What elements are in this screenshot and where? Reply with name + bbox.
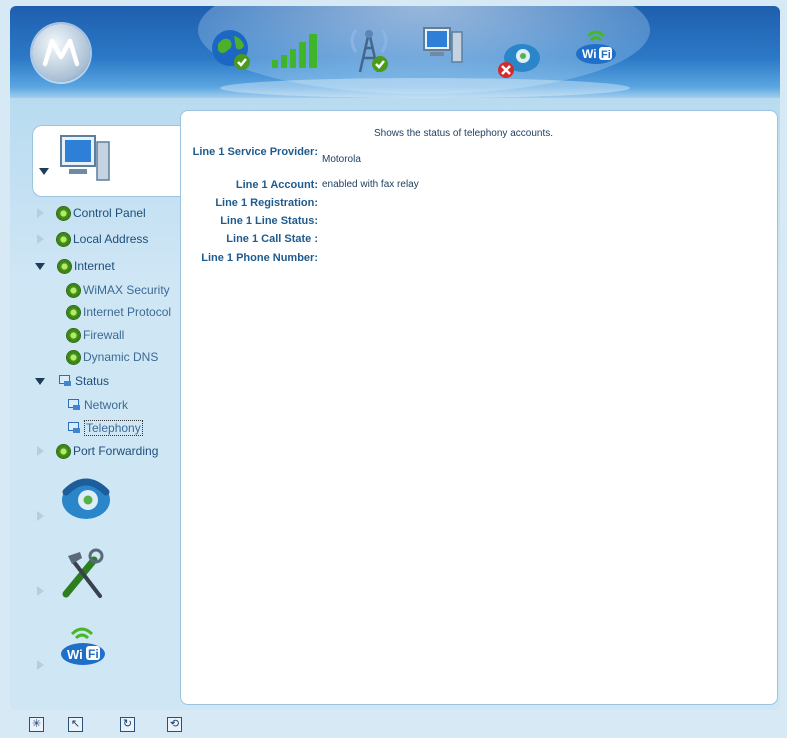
- tab-computer[interactable]: [32, 125, 185, 197]
- nav-internet-protocol[interactable]: Internet Protocol: [67, 305, 171, 319]
- gear-icon: [67, 305, 80, 319]
- phone-tab-icon[interactable]: [58, 470, 114, 524]
- nav-local-address[interactable]: Local Address: [37, 232, 148, 246]
- cursor-icon[interactable]: ↖: [68, 717, 83, 732]
- computer-icon[interactable]: [420, 24, 466, 70]
- globe-check-icon[interactable]: [208, 26, 258, 76]
- tower-check-icon[interactable]: [342, 22, 396, 76]
- chevron-down-icon: [39, 168, 49, 175]
- svg-text:Wi: Wi: [582, 47, 597, 61]
- nav-dynamic-dns[interactable]: Dynamic DNS: [67, 350, 158, 364]
- svg-text:Fi: Fi: [88, 647, 99, 661]
- chevron-right-icon: [37, 446, 44, 456]
- nav-network[interactable]: Network: [67, 398, 128, 412]
- field-value-service-provider: Motorola: [322, 154, 361, 165]
- nav-firewall[interactable]: Firewall: [67, 328, 124, 342]
- header-dome-base: [220, 78, 630, 98]
- gear-icon: [57, 232, 70, 246]
- sparkle-icon[interactable]: ✳: [29, 717, 44, 732]
- wifi-tab-icon[interactable]: Wi Fi: [56, 622, 112, 668]
- nav-control-panel[interactable]: Control Panel: [37, 206, 146, 220]
- computer-icon: [60, 135, 110, 181]
- field-label-registration: Line 1 Registration:: [215, 197, 318, 209]
- gear-icon: [67, 350, 80, 364]
- field-label-call-state: Line 1 Call State :: [226, 233, 318, 245]
- field-label-phone-number: Line 1 Phone Number:: [201, 252, 318, 264]
- wifi-icon[interactable]: Wi Fi: [572, 24, 622, 66]
- chevron-right-icon: [37, 660, 44, 670]
- page-description: Shows the status of telephony accounts.: [374, 128, 553, 139]
- gear-icon: [57, 206, 70, 220]
- chevron-right-icon: [37, 511, 44, 521]
- gear-icon: [57, 444, 70, 458]
- field-label-service-provider: Line 1 Service Provider:: [192, 146, 318, 158]
- network-icon: [67, 422, 81, 434]
- chevron-down-icon: [35, 377, 45, 385]
- phone-error-icon[interactable]: [496, 36, 542, 82]
- reset-icon[interactable]: ⟲: [167, 717, 182, 732]
- field-label-line-status: Line 1 Line Status:: [220, 215, 318, 227]
- svg-text:Wi: Wi: [67, 647, 83, 662]
- refresh-icon[interactable]: ↻: [120, 717, 135, 732]
- nav-status[interactable]: Status: [35, 374, 109, 388]
- nav-telephony[interactable]: Telephony: [67, 420, 143, 436]
- chevron-right-icon: [37, 586, 44, 596]
- gear-icon: [67, 328, 80, 342]
- gear-icon: [58, 259, 71, 273]
- chevron-down-icon: [35, 262, 45, 270]
- network-icon: [58, 375, 72, 387]
- chevron-right-icon: [37, 208, 44, 218]
- bottom-toolbar: [0, 712, 787, 738]
- svg-text:Fi: Fi: [601, 49, 611, 61]
- nav-wimax-security[interactable]: WiMAX Security: [67, 283, 170, 297]
- field-value-account: enabled with fax relay: [322, 179, 419, 190]
- tools-tab-icon[interactable]: [56, 548, 110, 600]
- nav-internet[interactable]: Internet: [35, 259, 115, 273]
- field-label-account: Line 1 Account:: [235, 179, 318, 191]
- nav-port-forwarding[interactable]: Port Forwarding: [37, 444, 158, 458]
- signal-bars-icon[interactable]: [270, 30, 322, 70]
- network-icon: [67, 399, 81, 411]
- gear-icon: [67, 283, 80, 297]
- chevron-right-icon: [37, 234, 44, 244]
- motorola-logo[interactable]: [32, 24, 90, 82]
